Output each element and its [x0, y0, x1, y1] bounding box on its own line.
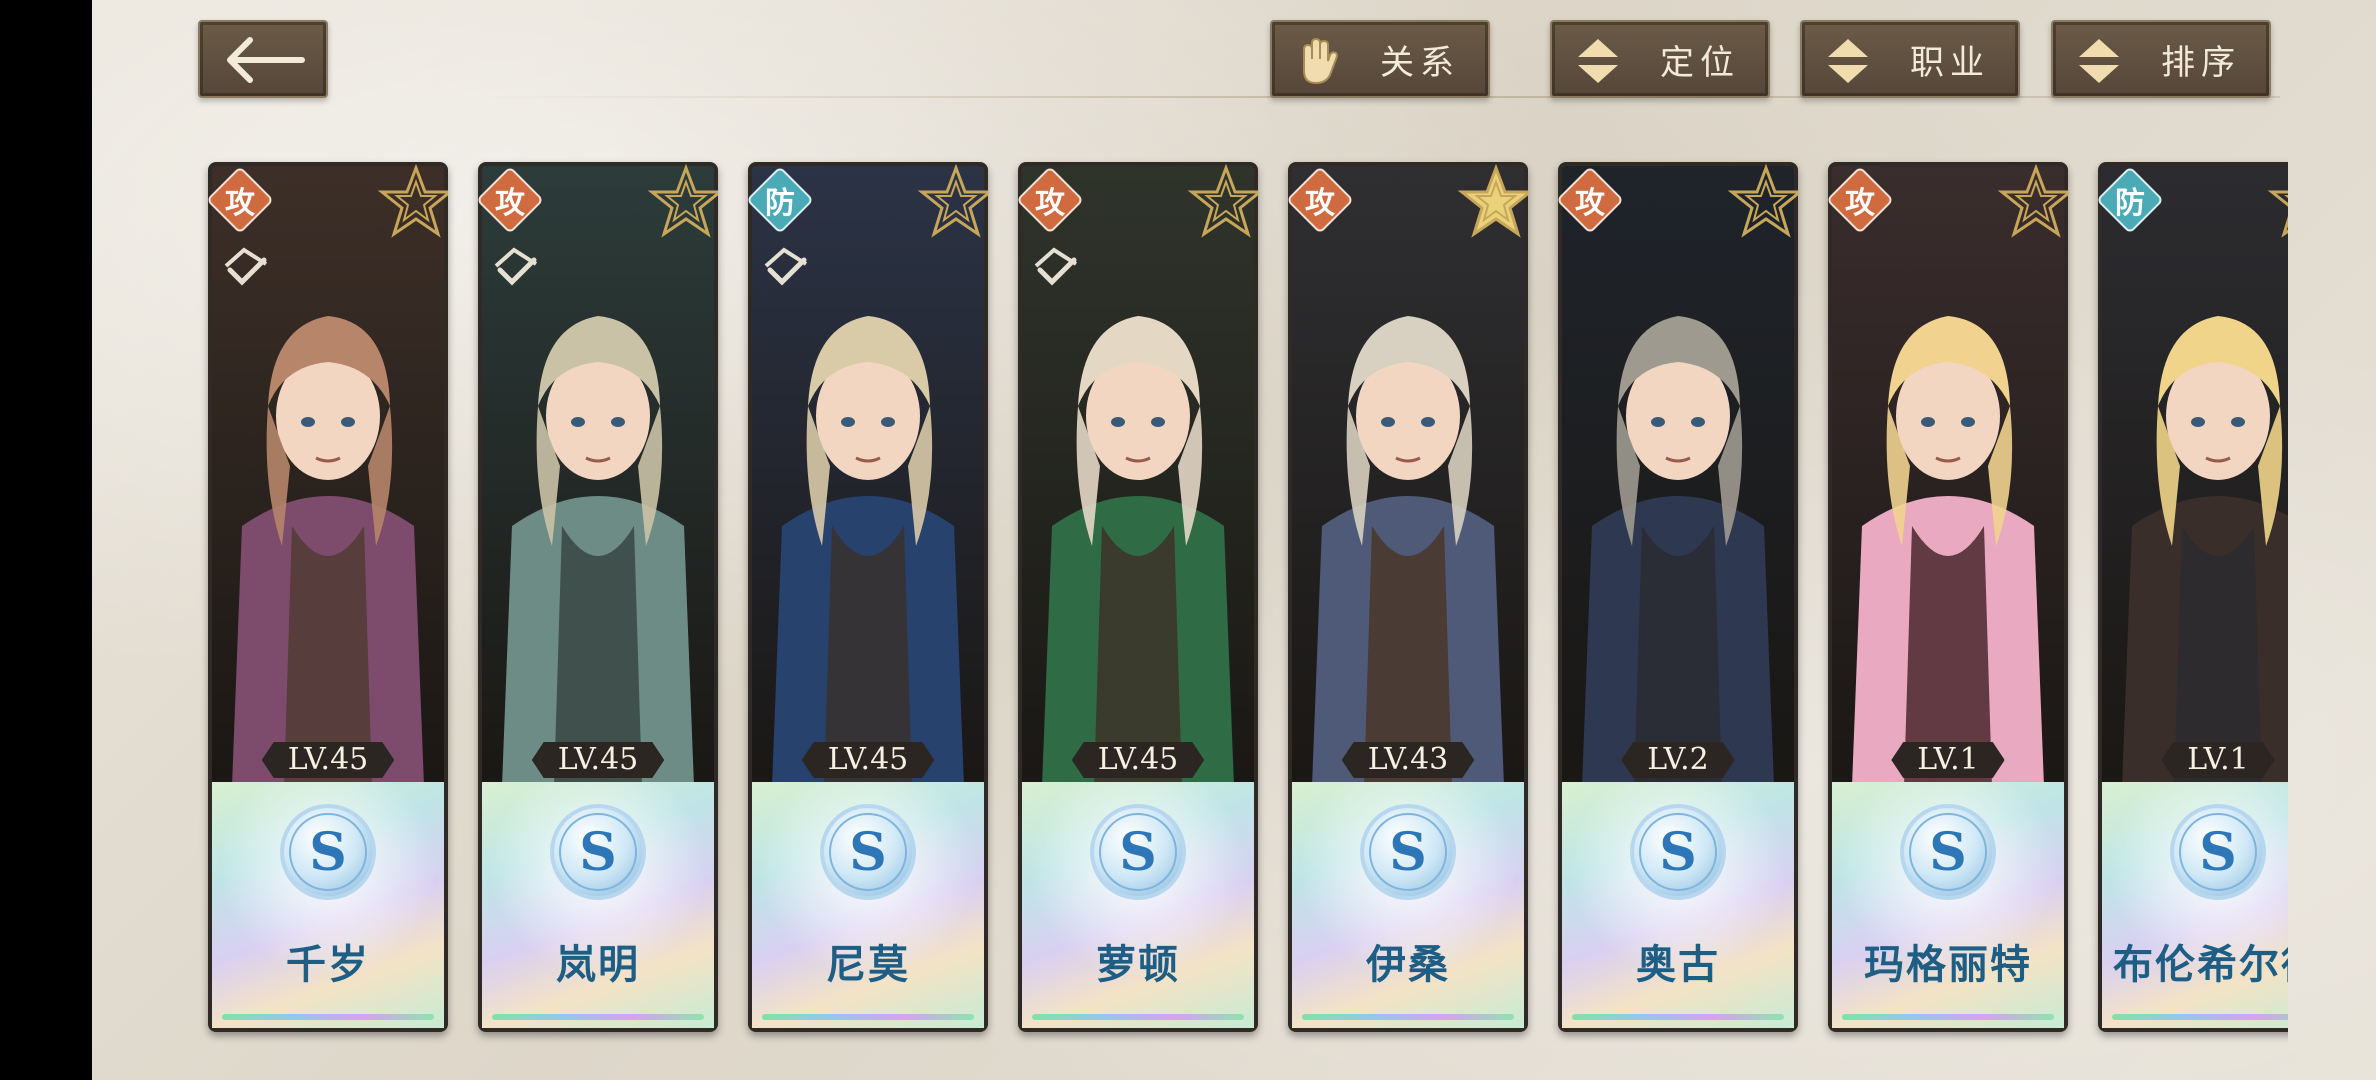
card-progress-bar [1032, 1014, 1244, 1020]
s-rank-icon: S [1630, 804, 1726, 900]
rank-letter: S [1929, 822, 1967, 883]
rank-letter: S [579, 822, 617, 883]
s-rank-icon: S [1900, 804, 1996, 900]
star-icon [378, 164, 448, 238]
character-card[interactable]: 攻 LV.45 S 萝顿 [1018, 162, 1258, 1032]
level-label: LV.1 [1891, 742, 2004, 778]
level-label: LV.45 [262, 742, 395, 778]
selected-check-icon [494, 247, 538, 286]
card-progress-bar [2112, 1014, 2288, 1020]
selected-check-icon [1034, 247, 1078, 286]
character-name: 伊桑 [1366, 942, 1450, 988]
rank-letter: S [309, 822, 347, 883]
star-icon [1728, 164, 1798, 238]
star-icon [2268, 190, 2288, 238]
character-name: 玛格丽特 [1864, 942, 2032, 988]
selected-check-icon [224, 247, 268, 286]
character-portrait [2102, 166, 2288, 786]
rank-letter: S [1659, 822, 1697, 883]
character-portrait [1832, 166, 2064, 786]
role-label: 攻 [1305, 186, 1335, 221]
character-portrait [1292, 166, 1524, 786]
s-rank-icon: S [280, 804, 376, 900]
s-rank-icon: S [820, 804, 916, 900]
character-name: 奥古 [1636, 942, 1720, 988]
s-rank-icon: S [1360, 804, 1456, 900]
character-portrait [1562, 166, 1794, 786]
star-icon [648, 164, 718, 238]
character-name: 尼莫 [826, 942, 910, 988]
s-rank-icon: S [2170, 804, 2266, 900]
star-icon [1458, 164, 1528, 238]
role-label: 防 [765, 186, 795, 221]
role-label: 攻 [1035, 186, 1065, 221]
star-icon [1188, 164, 1258, 238]
character-card[interactable]: 防 LV.1 S 布伦希尔德 [2098, 162, 2288, 1032]
s-rank-icon: S [1090, 804, 1186, 900]
character-name: 萝顿 [1096, 942, 1180, 988]
s-rank-icon: S [550, 804, 646, 900]
character-name: 岚明 [556, 942, 640, 988]
card-progress-bar [492, 1014, 704, 1020]
selected-check-icon [764, 247, 808, 286]
card-progress-bar [1842, 1014, 2054, 1020]
role-label: 攻 [495, 186, 525, 221]
level-label: LV.1 [2161, 742, 2274, 778]
card-progress-bar [762, 1014, 974, 1020]
character-card-list: 攻 LV.45 S 千岁 攻 LV.45 S 岚明 防 LV.45 S 尼莫 攻… [0, 0, 2288, 1080]
character-card[interactable]: 攻 LV.43 S 伊桑 [1288, 162, 1528, 1032]
role-label: 攻 [1575, 186, 1605, 221]
character-card[interactable]: 防 LV.45 S 尼莫 [748, 162, 988, 1032]
character-card[interactable]: 攻 LV.2 S 奥古 [1558, 162, 1798, 1032]
card-progress-bar [1302, 1014, 1514, 1020]
level-label: LV.45 [532, 742, 665, 778]
character-card[interactable]: 攻 LV.1 S 玛格丽特 [1828, 162, 2068, 1032]
level-label: LV.45 [1072, 742, 1205, 778]
character-name: 千岁 [286, 942, 370, 988]
star-icon [918, 164, 988, 238]
rank-letter: S [1389, 822, 1427, 883]
rank-letter: S [849, 822, 887, 883]
character-name: 布伦希尔德 [2113, 942, 2288, 988]
role-label: 攻 [225, 186, 255, 221]
card-progress-bar [1572, 1014, 1784, 1020]
level-label: LV.2 [1621, 742, 1734, 778]
rank-letter: S [2199, 822, 2237, 883]
role-label: 防 [2115, 186, 2145, 221]
star-icon [1998, 164, 2068, 238]
card-progress-bar [222, 1014, 434, 1020]
level-label: LV.43 [1342, 742, 1475, 778]
character-card[interactable]: 攻 LV.45 S 岚明 [478, 162, 718, 1032]
level-label: LV.45 [802, 742, 935, 778]
rank-letter: S [1119, 822, 1157, 883]
role-label: 攻 [1845, 186, 1875, 221]
character-card[interactable]: 攻 LV.45 S 千岁 [208, 162, 448, 1032]
